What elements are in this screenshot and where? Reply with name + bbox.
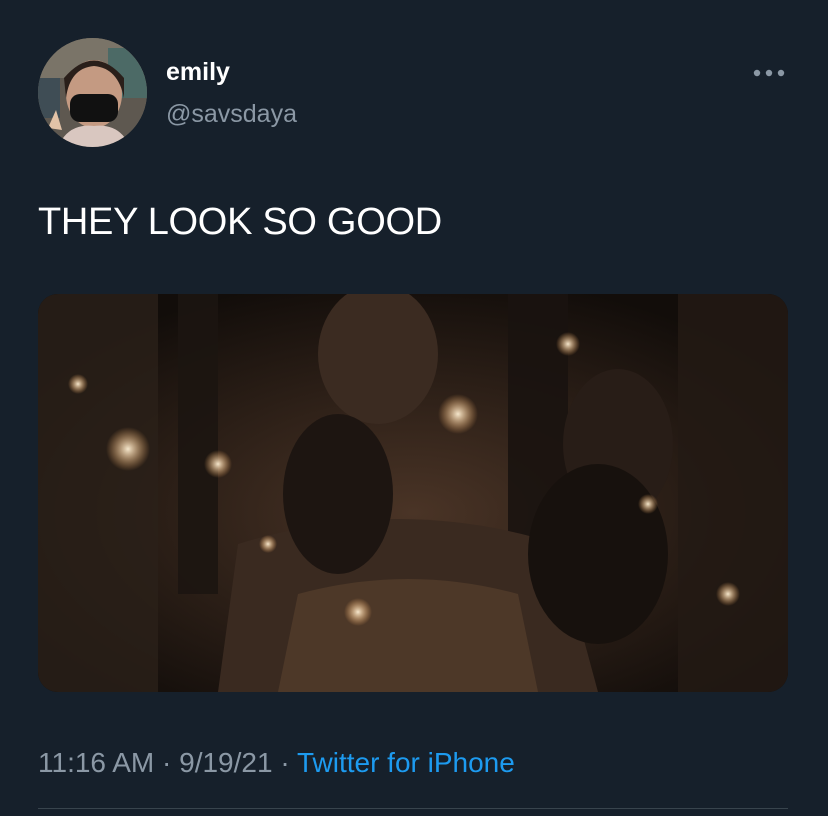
more-horizontal-icon	[753, 69, 785, 77]
avatar-image	[38, 38, 147, 147]
tweet-text: THEY LOOK SO GOOD	[38, 201, 442, 243]
avatar[interactable]	[38, 38, 147, 147]
meta-separator: ·	[280, 747, 290, 778]
more-button[interactable]	[748, 58, 790, 88]
divider	[38, 808, 788, 809]
meta-separator: ·	[162, 747, 172, 778]
media-video[interactable]	[38, 294, 788, 692]
tweet-time[interactable]: 11:16 AM	[38, 747, 154, 778]
display-name[interactable]: emily	[166, 56, 230, 88]
user-handle[interactable]: @savsdaya	[166, 98, 297, 130]
tweet-source-link[interactable]: Twitter for iPhone	[297, 747, 515, 778]
tweet-meta: 11:16 AM · 9/19/21 · Twitter for iPhone	[38, 743, 515, 783]
tweet: emily @savsdaya THEY LOOK SO GOOD 11:16 …	[0, 0, 828, 816]
video-thumbnail	[38, 294, 788, 692]
tweet-date[interactable]: 9/19/21	[179, 747, 272, 778]
